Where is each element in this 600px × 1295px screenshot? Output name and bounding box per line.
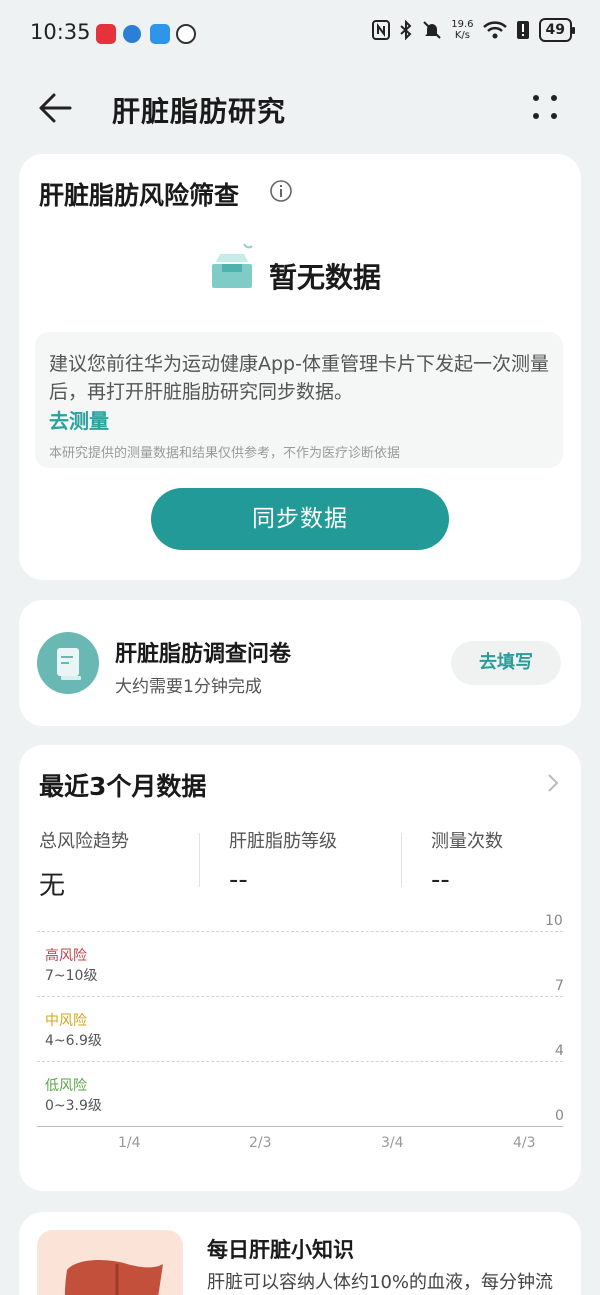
sync-data-button[interactable]: 同步数据 (151, 488, 449, 550)
y-tick: 10 (545, 913, 563, 929)
status-time: 10:35 (30, 20, 91, 44)
recent-data-card: 最近3个月数据 总风险趋势 无 肝脏脂肪等级 -- 测量次数 -- 10 7 4… (19, 745, 581, 1191)
chevron-right-icon[interactable] (543, 771, 563, 795)
stat-risk-trend: 总风险趋势 无 (39, 831, 129, 901)
y-tick: 4 (555, 1043, 564, 1059)
knowledge-title: 每日肝脏小知识 (207, 1238, 354, 1262)
low-risk-label: 低风险 (45, 1078, 87, 1094)
info-icon[interactable] (269, 179, 293, 203)
battery-indicator: 49 (538, 18, 576, 42)
bluetooth-icon (400, 20, 412, 40)
notice-text: 建议您前往华为运动健康App-体重管理卡片下发起一次测量后，再打开肝脏脂肪研究同… (49, 353, 549, 403)
empty-box-icon (212, 243, 253, 288)
x-tick: 3/4 (381, 1135, 404, 1151)
stat-measure-count: 测量次数 -- (431, 831, 503, 895)
high-risk-label: 高风险 (45, 948, 87, 964)
gridline (37, 931, 563, 932)
weather-icon (150, 24, 170, 44)
medium-risk-label: 中风险 (45, 1013, 87, 1029)
disclaimer-text: 本研究提供的测量数据和结果仅供参考，不作为医疗诊断依据 (49, 446, 401, 461)
fill-questionnaire-button[interactable]: 去填写 (451, 641, 561, 685)
page-title: 肝脏脂肪研究 (112, 95, 287, 128)
health-icon (176, 24, 196, 44)
high-risk-range: 7~10级 (45, 968, 98, 984)
recent-data-title: 最近3个月数据 (39, 772, 207, 801)
x-tick: 2/3 (249, 1135, 272, 1151)
chart-baseline (37, 1126, 563, 1127)
screening-card: 肝脏脂肪风险筛查 暂无数据 建议您前往华为运动健康App-体重管理卡片下发起一次… (19, 154, 581, 580)
app-header: 肝脏脂肪研究 (0, 70, 600, 150)
x-tick: 4/3 (513, 1135, 536, 1151)
alert-sim-icon (516, 21, 529, 39)
y-tick: 0 (555, 1108, 564, 1124)
divider (199, 833, 200, 887)
gridline (37, 1061, 563, 1062)
questionnaire-card[interactable]: 肝脏脂肪调查问卷 大约需要1分钟完成 去填写 (19, 600, 581, 726)
questionnaire-title: 肝脏脂肪调查问卷 (115, 642, 292, 667)
y-tick: 7 (555, 978, 564, 994)
medium-risk-range: 4~6.9级 (45, 1033, 102, 1049)
x-tick: 1/4 (118, 1135, 141, 1151)
nfc-icon (372, 20, 391, 40)
status-bar: 10:35 19.6 K/s 49 (0, 0, 600, 70)
network-speed: 19.6 K/s (451, 19, 474, 41)
divider (401, 833, 402, 887)
more-options-icon[interactable] (530, 92, 560, 122)
back-arrow-icon[interactable] (36, 88, 76, 128)
stat-fat-level: 肝脏脂肪等级 -- (229, 831, 337, 895)
go-measure-link[interactable]: 去测量 (49, 408, 549, 434)
huawei-app-icon (96, 24, 116, 44)
liver-image (37, 1230, 183, 1295)
knowledge-card[interactable]: 每日肝脏小知识 肝脏可以容纳人体约10%的血液，每分钟流 (19, 1212, 581, 1295)
questionnaire-icon (37, 632, 99, 694)
screening-title: 肝脏脂肪风险筛查 (39, 181, 240, 210)
mute-icon (423, 21, 441, 39)
measure-notice: 建议您前往华为运动健康App-体重管理卡片下发起一次测量后，再打开肝脏脂肪研究同… (35, 332, 563, 468)
low-risk-range: 0~3.9级 (45, 1098, 102, 1114)
gridline (37, 996, 563, 997)
browser-icon (123, 25, 141, 43)
wifi-icon (482, 21, 507, 39)
questionnaire-subtitle: 大约需要1分钟完成 (115, 677, 262, 697)
knowledge-text: 肝脏可以容纳人体约10%的血液，每分钟流 (207, 1272, 554, 1293)
empty-state-text: 暂无数据 (269, 261, 382, 294)
